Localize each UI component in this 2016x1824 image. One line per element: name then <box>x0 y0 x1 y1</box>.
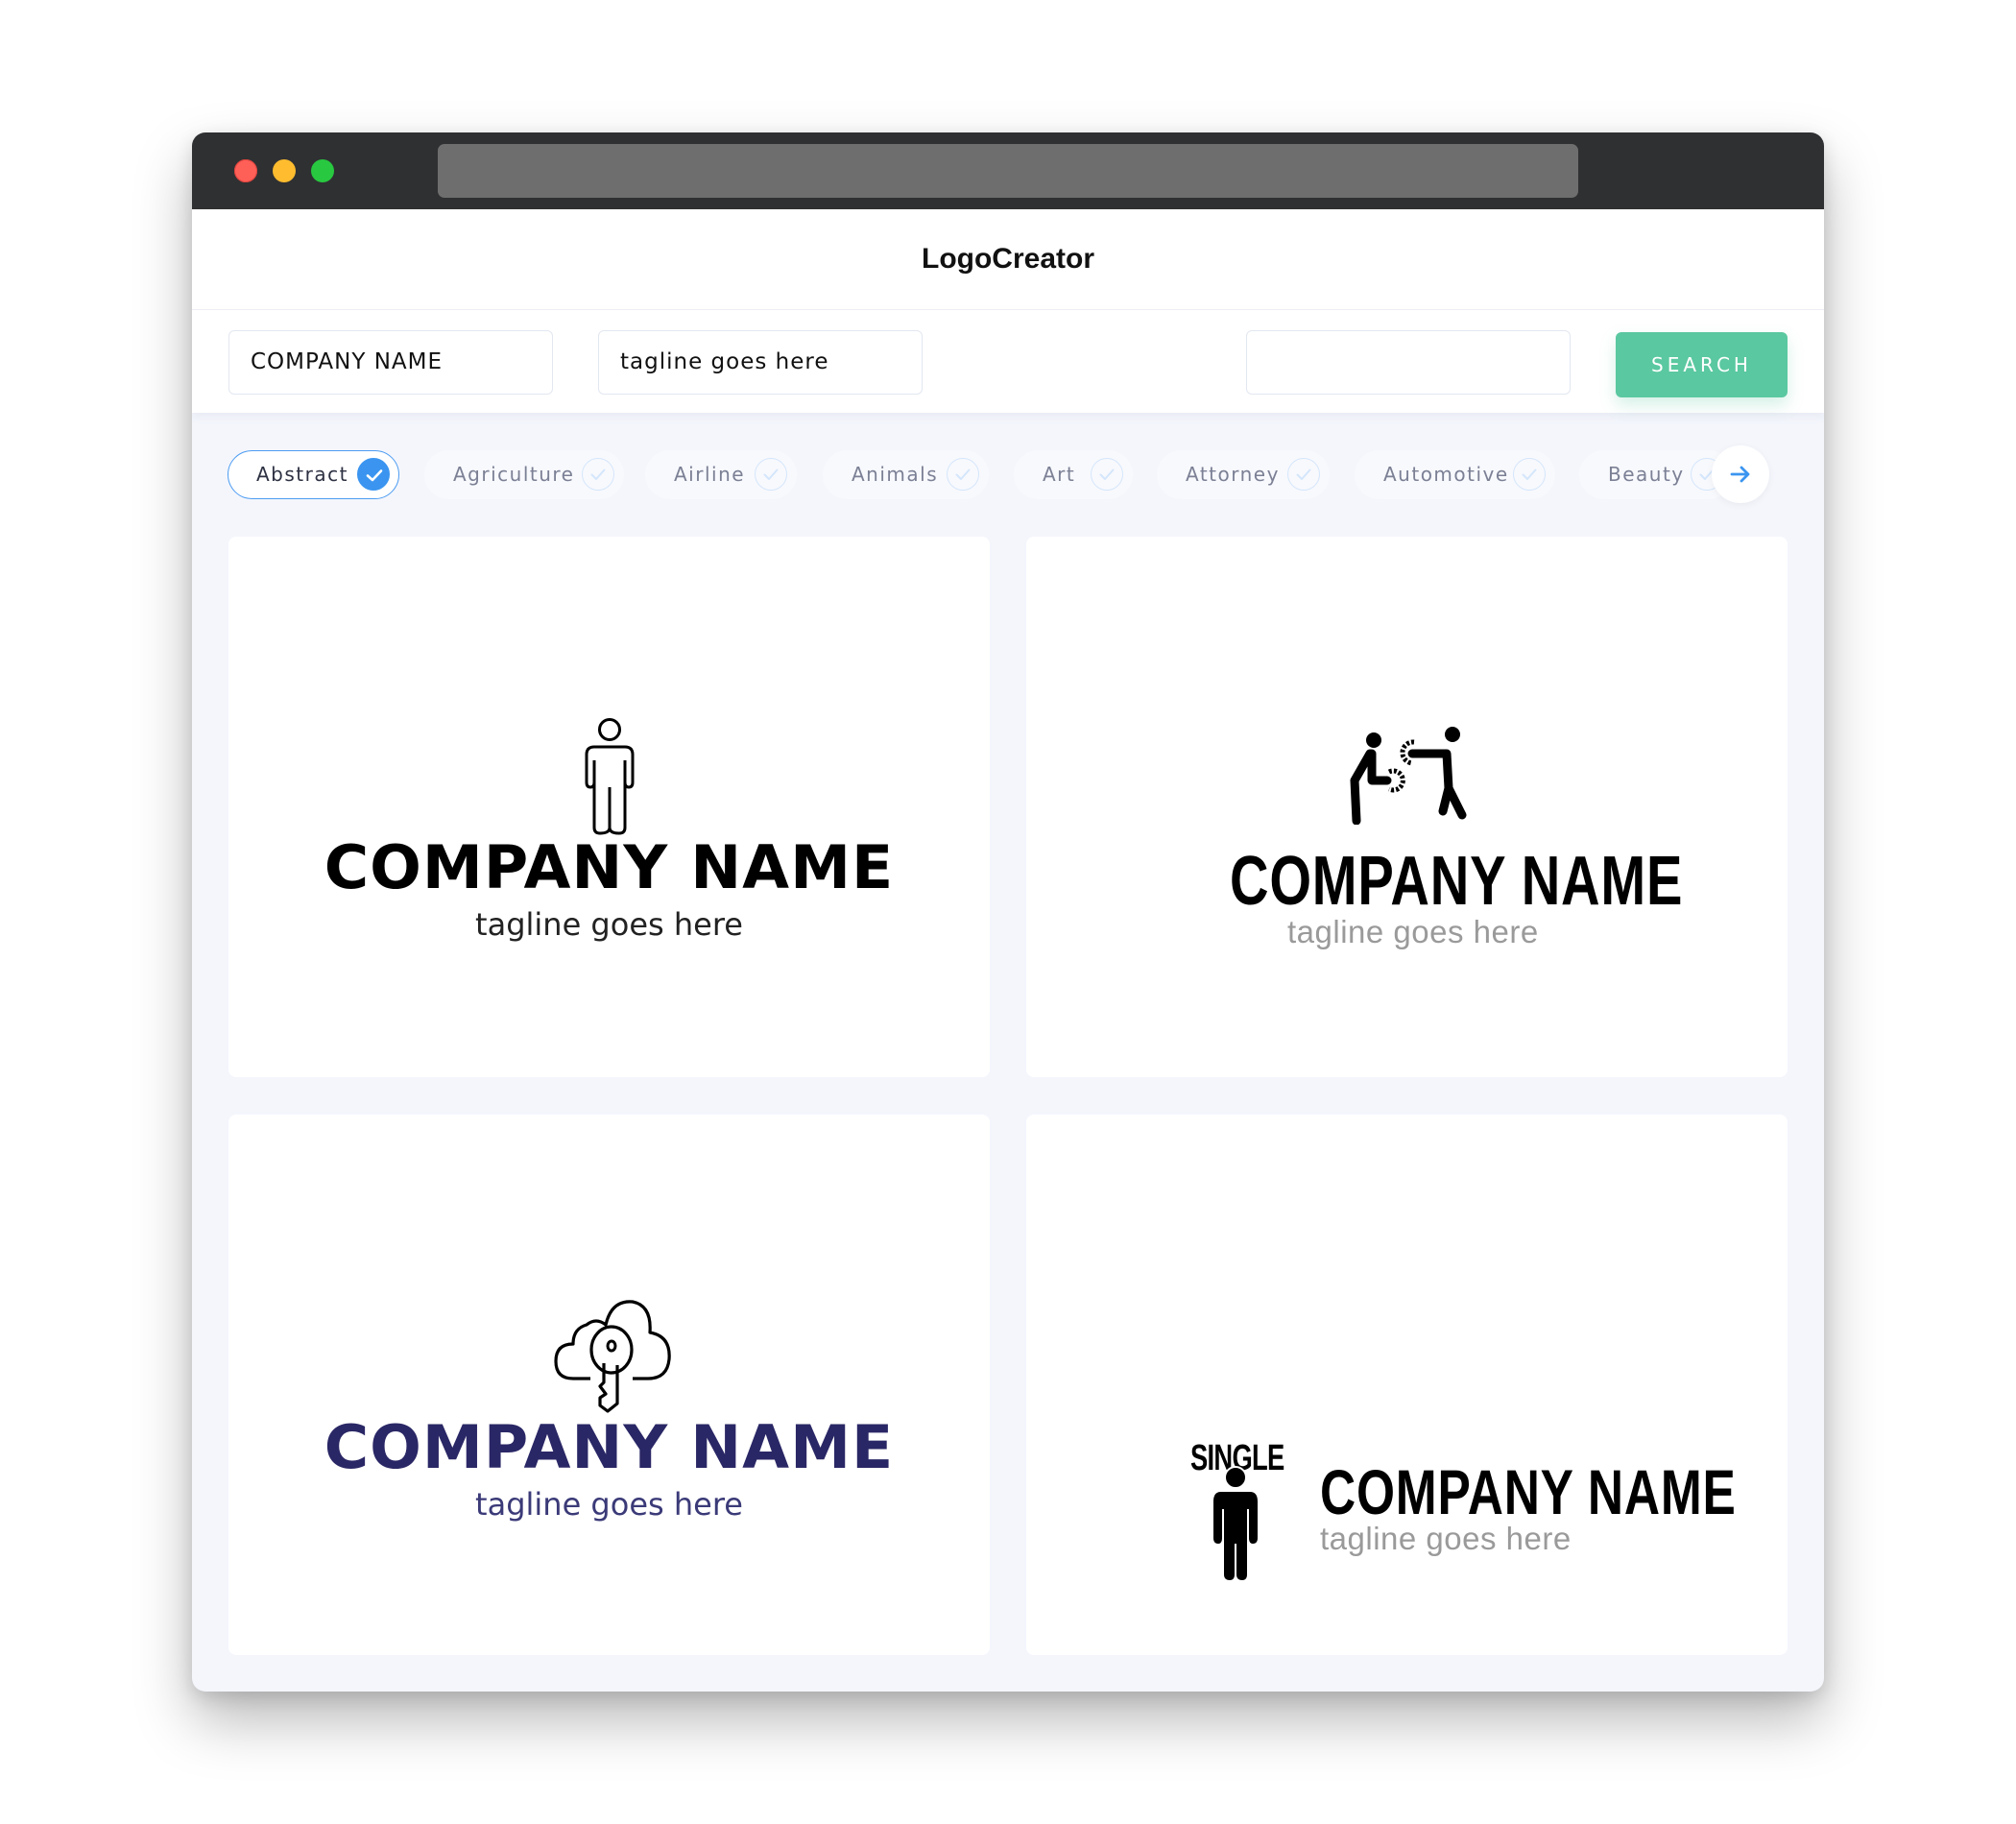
logo-company-name: COMPANY NAME <box>1320 1456 1737 1527</box>
category-chip-beauty[interactable]: Beauty <box>1579 450 1733 499</box>
single-person-icon: SINGLE <box>1190 1438 1284 1580</box>
check-icon <box>755 458 787 491</box>
company-name-input[interactable]: COMPANY NAME <box>228 330 553 395</box>
logo-company-name: COMPANY NAME <box>1230 843 1684 920</box>
category-chip-automotive[interactable]: Automotive <box>1355 450 1555 499</box>
category-label: Animals <box>852 463 939 486</box>
top-nav: LogoCreator <box>192 209 1824 310</box>
browser-window: LogoCreator COMPANY NAME tagline goes he… <box>192 132 1824 1692</box>
maximize-window-button[interactable] <box>311 159 334 182</box>
logo-tagline: tagline goes here <box>475 1486 743 1523</box>
category-chip-abstract[interactable]: Abstract <box>228 450 399 499</box>
category-chip-agriculture[interactable]: Agriculture <box>424 450 624 499</box>
logo-tagline: tagline goes here <box>475 906 743 943</box>
logo-tagline: tagline goes here <box>1320 1521 1572 1556</box>
check-icon <box>1091 458 1123 491</box>
search-button[interactable]: SEARCH <box>1616 332 1788 397</box>
people-gears-icon <box>1350 727 1467 825</box>
minimize-window-button[interactable] <box>273 159 296 182</box>
title-bar <box>192 132 1824 209</box>
category-label: Abstract <box>256 463 348 486</box>
category-label: Beauty <box>1608 463 1685 486</box>
next-categories-button[interactable] <box>1712 445 1769 503</box>
category-label: Automotive <box>1383 463 1509 486</box>
logo-tagline: tagline goes here <box>1287 914 1539 949</box>
category-label: Airline <box>674 463 746 486</box>
logo-card[interactable]: COMPANY NAME tagline goes here <box>228 1115 990 1655</box>
check-icon <box>357 457 390 491</box>
cloud-key-icon <box>554 1300 671 1413</box>
keyword-input[interactable] <box>1246 330 1571 395</box>
check-icon <box>1513 458 1546 491</box>
category-chip-airline[interactable]: Airline <box>645 450 797 499</box>
check-icon <box>947 458 979 491</box>
brand-logo[interactable]: LogoCreator <box>192 209 1824 309</box>
logo-card[interactable]: COMPANY NAME tagline goes here <box>228 537 990 1077</box>
category-filter-bar: Abstract Agriculture Airline Animals Art… <box>192 413 1824 528</box>
person-outline-icon <box>585 718 635 835</box>
logo-input-bar: COMPANY NAME tagline goes here SEARCH <box>192 310 1824 413</box>
check-icon <box>1287 458 1320 491</box>
logo-company-name: COMPANY NAME <box>324 832 895 902</box>
category-chip-attorney[interactable]: Attorney <box>1157 450 1330 499</box>
check-icon <box>582 458 614 491</box>
arrow-right-icon <box>1730 466 1750 483</box>
logo-company-name: COMPANY NAME <box>324 1412 895 1482</box>
category-chip-animals[interactable]: Animals <box>823 450 989 499</box>
logo-card[interactable]: COMPANY NAME tagline goes here <box>1026 537 1788 1077</box>
category-label: Attorney <box>1186 463 1280 486</box>
close-window-button[interactable] <box>234 159 257 182</box>
tagline-input[interactable]: tagline goes here <box>598 330 923 395</box>
category-label: Agriculture <box>453 463 575 486</box>
logo-card[interactable]: SINGLE COMPANY NAME tagline goes here <box>1026 1115 1788 1655</box>
address-bar[interactable] <box>438 144 1578 198</box>
category-chip-art[interactable]: Art <box>1014 450 1133 499</box>
category-label: Art <box>1043 463 1076 486</box>
